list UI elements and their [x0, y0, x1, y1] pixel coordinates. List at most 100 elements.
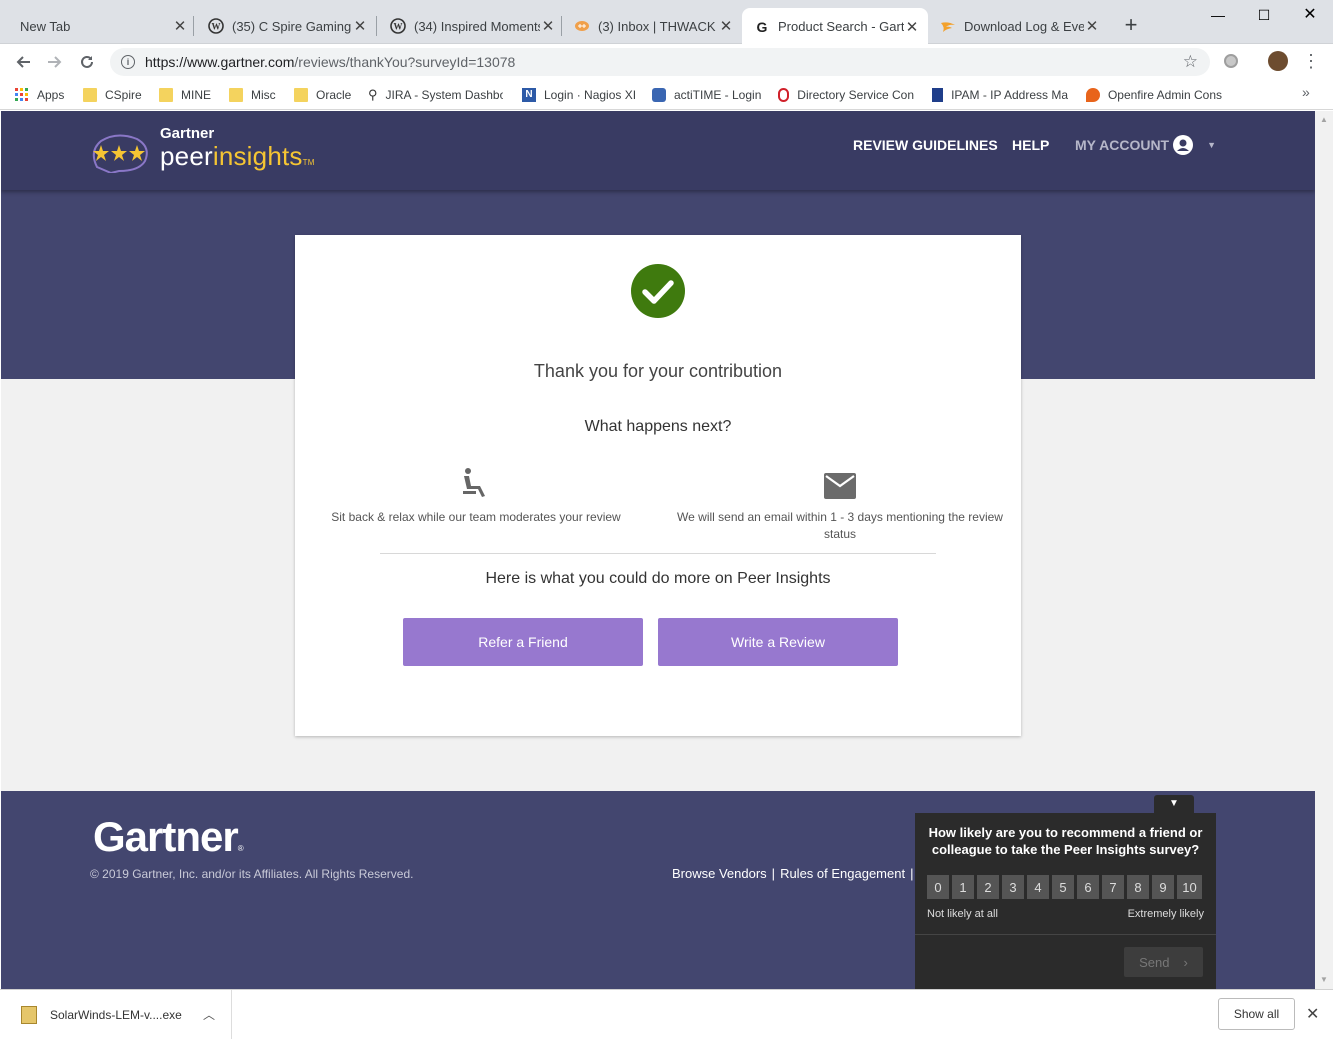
- scroll-up-arrow-icon[interactable]: ▲: [1320, 115, 1328, 124]
- bookmark-cspire[interactable]: CSpire: [83, 86, 142, 104]
- footer-gartner-logo[interactable]: Gartner®: [93, 813, 244, 861]
- actitime-icon: [652, 88, 666, 102]
- browser-toolbar: i https://www.gartner.com/reviews/thankY…: [0, 44, 1333, 80]
- tab-title: Download Log & Event: [964, 18, 1084, 34]
- close-icon[interactable]: ✕: [352, 17, 368, 35]
- bookmark-label: Misc: [251, 88, 276, 102]
- write-a-review-button[interactable]: Write a Review: [658, 618, 898, 666]
- wordpress-icon: W: [208, 18, 224, 34]
- profile-avatar[interactable]: [1268, 51, 1288, 71]
- bookmark-label: JIRA - System Dashbo: [385, 88, 503, 102]
- page-scrollbar[interactable]: ▲ ▼: [1315, 111, 1333, 989]
- back-arrow-icon[interactable]: [9, 48, 37, 76]
- nps-score-1[interactable]: 1: [952, 875, 974, 899]
- minimize-icon[interactable]: —: [1195, 0, 1241, 32]
- close-icon[interactable]: ✕: [1084, 17, 1100, 35]
- tab-cspire-gaming[interactable]: W (35) C Spire Gaming ✕: [196, 8, 376, 44]
- bookmark-oracle[interactable]: Oracle: [294, 86, 351, 104]
- bookmark-star-icon[interactable]: ☆: [1183, 52, 1198, 72]
- folder-icon: [294, 88, 308, 102]
- scroll-down-arrow-icon[interactable]: ▼: [1320, 975, 1328, 984]
- download-item[interactable]: SolarWinds-LEM-v....exe ︿: [0, 990, 232, 1039]
- more-on-peer-insights-heading: Here is what you could do more on Peer I…: [485, 570, 831, 587]
- folder-icon: [83, 88, 97, 102]
- tab-product-search-gartner[interactable]: G Product Search - Gartner ✕: [742, 8, 928, 45]
- download-filename: SolarWinds-LEM-v....exe: [50, 1007, 182, 1022]
- stars-logo-icon: [92, 134, 148, 173]
- bookmarks-overflow-icon[interactable]: »: [1302, 84, 1310, 100]
- nps-score-10[interactable]: 10: [1177, 875, 1202, 899]
- nav-my-account[interactable]: MY ACCOUNT ▼: [1075, 135, 1216, 155]
- refer-a-friend-button[interactable]: Refer a Friend: [403, 618, 643, 666]
- nps-score-3[interactable]: 3: [1002, 875, 1024, 899]
- forward-arrow-icon[interactable]: [41, 48, 69, 76]
- browser-menu-icon[interactable]: ⋮: [1302, 48, 1320, 74]
- nps-score-5[interactable]: 5: [1052, 875, 1074, 899]
- nps-score-0[interactable]: 0: [927, 875, 949, 899]
- google-icon: G: [756, 18, 768, 35]
- url-text: https://www.gartner.com/reviews/thankYou…: [145, 54, 1183, 70]
- bookmark-label: Oracle: [316, 88, 352, 102]
- apps-grid-icon: [15, 88, 29, 102]
- show-all-downloads-button[interactable]: Show all: [1218, 998, 1295, 1030]
- nps-score-9[interactable]: 9: [1152, 875, 1174, 899]
- bookmark-misc[interactable]: Misc: [229, 86, 276, 104]
- send-label: Send: [1139, 954, 1170, 970]
- chevron-up-icon[interactable]: ︿: [203, 1006, 215, 1023]
- info-icon[interactable]: i: [121, 55, 135, 69]
- tab-inspired-moments[interactable]: W (34) Inspired Moments ✕: [378, 8, 564, 44]
- browse-vendors-link[interactable]: Browse Vendors: [672, 866, 767, 881]
- tab-thwack-inbox[interactable]: (3) Inbox | THWACK ✕: [562, 8, 742, 44]
- nav-review-guidelines[interactable]: REVIEW GUIDELINES: [853, 137, 998, 153]
- reload-icon[interactable]: [73, 48, 101, 76]
- tab-download-log-event[interactable]: Download Log & Event ✕: [928, 8, 1108, 44]
- bookmark-label: Openfire Admin Cons: [1107, 88, 1222, 102]
- bookmark-directory-service[interactable]: Directory Service Con: [778, 86, 914, 104]
- bookmark-label: Directory Service Con: [797, 88, 914, 102]
- email-icon: [675, 465, 1005, 499]
- bookmark-mine[interactable]: MINE: [159, 86, 211, 104]
- footer-links: Browse Vendors | Rules of Engagement |: [672, 866, 918, 881]
- oracle-icon: [778, 88, 790, 102]
- close-icon[interactable]: ✕: [172, 17, 188, 35]
- ipam-icon: [932, 88, 944, 102]
- bookmark-label: IPAM - IP Address Ma: [951, 88, 1068, 102]
- rules-of-engagement-link[interactable]: Rules of Engagement: [780, 866, 905, 881]
- svg-text:W: W: [212, 22, 221, 32]
- close-download-bar-icon[interactable]: ✕: [1306, 1004, 1319, 1024]
- bookmark-openfire[interactable]: Openfire Admin Cons: [1086, 86, 1222, 104]
- svg-text:W: W: [394, 22, 403, 32]
- nps-score-2[interactable]: 2: [977, 875, 999, 899]
- step-email-text: We will send an email within 1 - 3 days …: [677, 510, 1003, 541]
- openfire-icon: [1086, 88, 1100, 102]
- nps-score-6[interactable]: 6: [1077, 875, 1099, 899]
- close-icon[interactable]: ✕: [904, 18, 920, 36]
- bookmark-jira[interactable]: ⚲ JIRA - System Dashbo: [368, 86, 503, 104]
- brand-peer-insights: peerinsightsTM: [160, 141, 315, 172]
- bookmark-ipam[interactable]: IPAM - IP Address Ma: [932, 86, 1068, 104]
- new-tab-button[interactable]: +: [1118, 12, 1144, 38]
- peer-insights-logo[interactable]: Gartner peerinsightsTM: [89, 123, 329, 183]
- link-separator: |: [771, 866, 776, 881]
- maximize-icon[interactable]: ☐: [1241, 0, 1287, 32]
- tab-title: (3) Inbox | THWACK: [598, 18, 716, 34]
- brand-tm: TM: [302, 158, 315, 167]
- bookmark-apps[interactable]: Apps: [15, 86, 64, 104]
- nps-score-4[interactable]: 4: [1027, 875, 1049, 899]
- close-window-icon[interactable]: ✕: [1287, 0, 1333, 32]
- folder-icon: [229, 88, 243, 102]
- nps-score-7[interactable]: 7: [1102, 875, 1124, 899]
- survey-collapse-chevron-icon[interactable]: ▼: [1154, 795, 1194, 813]
- brand-gartner: Gartner: [160, 125, 215, 142]
- nps-score-8[interactable]: 8: [1127, 875, 1149, 899]
- extension-icon[interactable]: [1224, 54, 1238, 68]
- nav-help[interactable]: HELP: [1012, 137, 1049, 153]
- close-icon[interactable]: ✕: [718, 17, 734, 35]
- close-icon[interactable]: ✕: [540, 17, 556, 35]
- survey-send-button[interactable]: Send ›: [1124, 947, 1203, 977]
- address-bar[interactable]: i https://www.gartner.com/reviews/thankY…: [110, 48, 1210, 76]
- tab-new-tab[interactable]: New Tab ✕: [8, 8, 196, 44]
- bookmark-nagios[interactable]: N Login · Nagios XI: [522, 86, 636, 104]
- site-header: Gartner peerinsightsTM REVIEW GUIDELINES…: [1, 111, 1315, 190]
- bookmark-actitime[interactable]: actiTIME - Login: [652, 86, 761, 104]
